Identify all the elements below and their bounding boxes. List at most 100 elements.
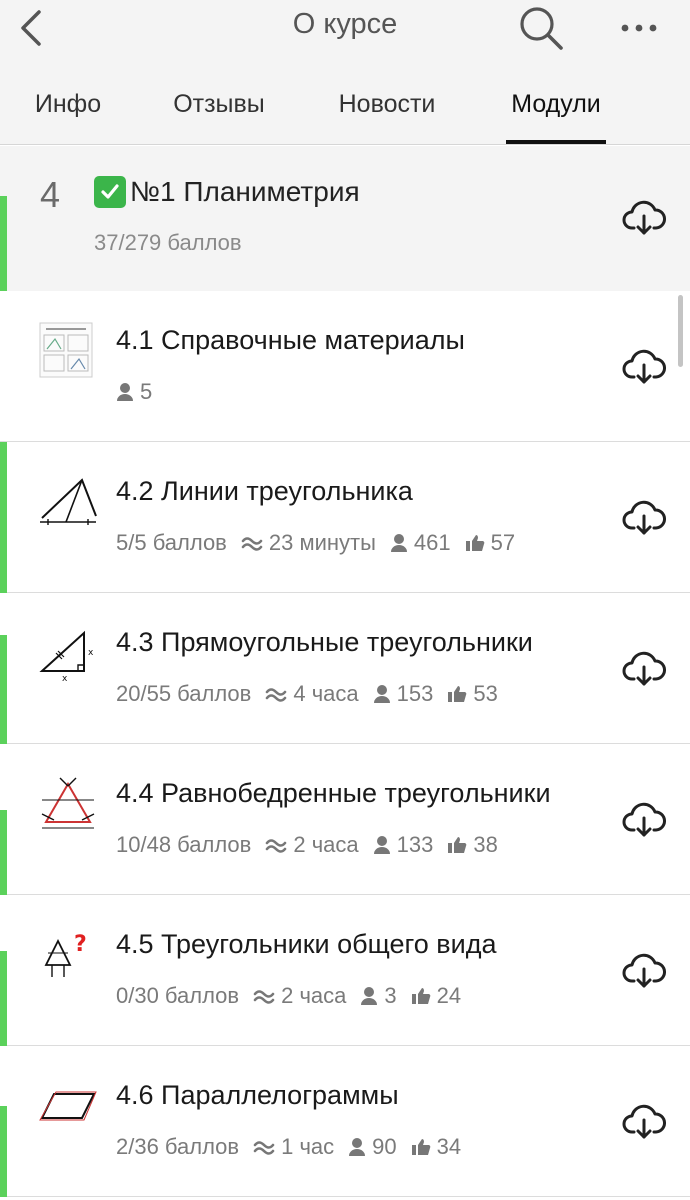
parallelogram-thumbnail xyxy=(38,1076,98,1136)
tab-modules[interactable]: Модули xyxy=(506,78,606,144)
module-title: №1 Планиметрия xyxy=(94,176,360,208)
download-button[interactable] xyxy=(622,802,666,838)
lesson-meta: 5 xyxy=(116,379,166,405)
tab-label: Новости xyxy=(338,90,436,118)
cloud-download-icon xyxy=(622,1104,666,1139)
lesson-meta: 20/55 баллов 4 часа 153 53 xyxy=(116,681,512,707)
tab-info[interactable]: Инфо xyxy=(28,78,108,144)
lesson-meta: 2/36 баллов 1 час 90 34 xyxy=(116,1134,475,1160)
duration-value: 23 минуты xyxy=(268,530,376,555)
duration-value: 2 часа xyxy=(293,832,359,857)
likes-value: 24 xyxy=(436,983,462,1008)
lesson-meta: 5/5 баллов 23 минуты 461 57 xyxy=(116,530,529,556)
svg-text:x: x xyxy=(62,674,68,683)
tab-label: Модули xyxy=(511,90,601,118)
tab-label: Отзывы xyxy=(173,90,265,118)
lesson-row[interactable]: xx 4.3 Прямоугольные треугольники 20/55 … xyxy=(0,593,690,744)
user-icon xyxy=(373,836,390,854)
right-triangle-thumbnail: xx xyxy=(38,623,98,684)
approx-icon xyxy=(241,537,263,551)
thumbs-up-icon xyxy=(465,535,484,551)
download-button[interactable] xyxy=(622,349,666,385)
progress-bar xyxy=(0,196,7,291)
lesson-title: 4.6 Параллелограммы xyxy=(116,1080,399,1110)
module-header[interactable]: 4 №1 Планиметрия 37/279 баллов xyxy=(0,146,690,291)
likes-count: 24 xyxy=(411,983,461,1009)
cloud-download-icon xyxy=(622,500,666,535)
more-icon xyxy=(621,24,657,32)
lesson-row[interactable]: 4.1 Справочные материалы 5 xyxy=(0,291,690,442)
cloud-download-icon xyxy=(622,802,666,837)
duration: 2 часа xyxy=(265,832,359,858)
module-title-text: №1 Планиметрия xyxy=(130,176,360,207)
likes-count: 34 xyxy=(411,1134,461,1160)
svg-text:x: x xyxy=(88,648,94,658)
learners-value: 133 xyxy=(396,832,434,857)
duration-value: 1 час xyxy=(281,1134,335,1159)
user-icon xyxy=(117,383,133,401)
download-button[interactable] xyxy=(622,200,666,236)
likes-count: 38 xyxy=(447,832,498,858)
top-bar: О курсе Инфо Отзывы Новости Модули xyxy=(0,0,690,145)
lesson-row[interactable]: 4.6 Параллелограммы 2/36 баллов 1 час 90… xyxy=(0,1046,690,1197)
points-value: 2/36 баллов xyxy=(116,1134,240,1159)
points-value: 20/55 баллов xyxy=(116,681,252,706)
cloud-download-icon xyxy=(622,953,666,988)
download-button[interactable] xyxy=(622,1104,666,1140)
learners-count: 3 xyxy=(360,983,397,1009)
search-button[interactable] xyxy=(516,2,566,52)
lesson-title: 4.4 Равнобедренные треугольники xyxy=(116,778,551,808)
duration-value: 2 часа xyxy=(281,983,347,1008)
approx-icon xyxy=(253,1141,275,1155)
duration: 23 минуты xyxy=(241,530,376,556)
module-number: 4 xyxy=(40,174,61,215)
tab-bar: Инфо Отзывы Новости Модули xyxy=(0,78,690,144)
scrollbar[interactable] xyxy=(678,295,683,367)
likes-value: 53 xyxy=(473,681,498,706)
duration: 2 часа xyxy=(253,983,346,1009)
thumbs-up-icon xyxy=(448,837,467,853)
likes-value: 34 xyxy=(436,1134,462,1159)
learners-count: 90 xyxy=(348,1134,397,1160)
cloud-download-icon xyxy=(622,200,666,235)
lesson-row[interactable]: 4.2 Линии треугольника 5/5 баллов 23 мин… xyxy=(0,442,690,593)
triangle-lines-thumbnail xyxy=(38,472,98,532)
progress-bar xyxy=(0,442,7,593)
check-icon xyxy=(94,176,126,208)
lesson-row[interactable]: ? 4.5 Треугольники общего вида 0/30 балл… xyxy=(0,895,690,1046)
points-value: 0/30 баллов xyxy=(116,983,240,1008)
tab-news[interactable]: Новости xyxy=(328,78,446,144)
user-icon xyxy=(390,534,407,552)
progress-bar xyxy=(0,810,7,895)
tab-reviews[interactable]: Отзывы xyxy=(164,78,274,144)
progress-bar xyxy=(0,951,7,1046)
tab-label: Инфо xyxy=(34,90,102,118)
cloud-download-icon xyxy=(622,651,666,686)
likes-count: 57 xyxy=(465,530,515,556)
active-tab-indicator xyxy=(506,140,606,144)
module-points: 37/279 баллов xyxy=(94,230,242,255)
approx-icon xyxy=(253,990,275,1004)
duration: 4 часа xyxy=(265,681,359,707)
duration-value: 4 часа xyxy=(293,681,359,706)
learners-count: 5 xyxy=(116,379,152,405)
learners-count: 133 xyxy=(373,832,434,858)
more-button[interactable] xyxy=(616,8,662,48)
general-triangle-thumbnail: ? xyxy=(38,925,98,985)
approx-icon xyxy=(266,839,287,853)
lesson-title: 4.2 Линии треугольника xyxy=(116,476,413,506)
lesson-title: 4.5 Треугольники общего вида xyxy=(116,929,497,959)
page-title: О курсе xyxy=(292,8,398,40)
points-value: 5/5 баллов xyxy=(116,530,227,555)
thumbs-up-icon xyxy=(411,1139,430,1155)
download-button[interactable] xyxy=(622,500,666,536)
likes-count: 53 xyxy=(447,681,498,707)
duration: 1 час xyxy=(253,1134,334,1160)
lesson-row[interactable]: 4.4 Равнобедренные треугольники 10/48 ба… xyxy=(0,744,690,895)
lesson-title: 4.3 Прямоугольные треугольники xyxy=(116,627,533,657)
approx-icon xyxy=(266,688,287,702)
download-button[interactable] xyxy=(622,953,666,989)
likes-value: 38 xyxy=(473,832,498,857)
learners-count: 153 xyxy=(373,681,433,707)
download-button[interactable] xyxy=(622,651,666,687)
